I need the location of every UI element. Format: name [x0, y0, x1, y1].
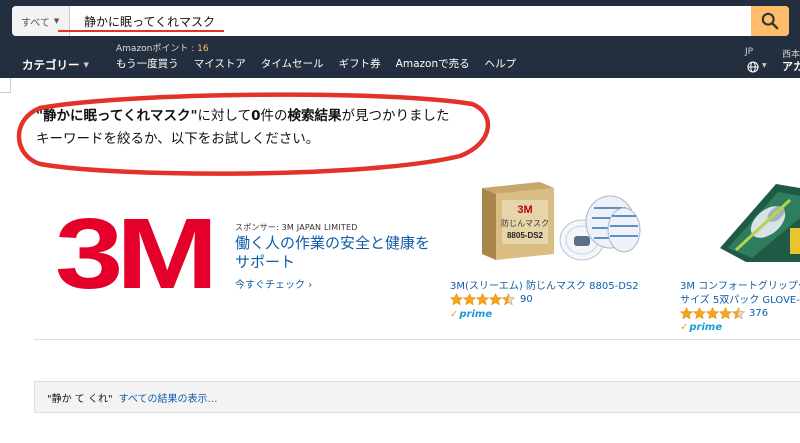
box-model-text: 8805-DS2 — [507, 231, 544, 240]
no-results-hint: キーワードを絞るか、以下をお試しください。 — [36, 131, 320, 147]
globe-icon[interactable] — [747, 61, 759, 73]
points-promo[interactable]: Amazonポイント : 16 — [116, 41, 209, 54]
msg-part-taishite: に対して — [197, 108, 252, 124]
caret-down-icon: ▼ — [53, 17, 60, 25]
account-menu[interactable]: アカ — [782, 58, 800, 74]
section-divider — [34, 339, 800, 340]
nav-link-my-store[interactable]: マイストア — [194, 56, 246, 71]
nav-link-time-sale[interactable]: タイムセール — [261, 56, 324, 71]
prime-check-icon: ✓ — [680, 322, 689, 333]
sponsor-headline[interactable]: 働く人の作業の安全と健康をサポート — [235, 234, 435, 272]
category-label: カテゴリー — [22, 58, 80, 72]
review-count[interactable]: 376 — [749, 308, 768, 319]
query-quoted: "静かに眠ってくれマスク" — [36, 108, 198, 124]
box-brand-text: 3M — [517, 204, 532, 216]
star-icon — [450, 293, 516, 306]
nav-link-sell[interactable]: Amazonで売る — [396, 56, 470, 71]
prime-badge: ✓prime — [680, 322, 722, 333]
points-label: Amazonポイント — [116, 44, 189, 54]
prime-badge: ✓prime — [450, 309, 492, 320]
shop-now-link[interactable]: 今すぐチェック › — [235, 276, 312, 291]
brand-logo-3m[interactable]: 3M — [54, 210, 212, 294]
prime-label: prime — [459, 309, 493, 320]
product-title[interactable]: 3M(スリーエム) 防じんマスク 8805-DS2 — [450, 277, 639, 292]
prime-label: prime — [689, 322, 723, 333]
product-title[interactable]: 3M コンフォートグリップグ — [680, 277, 800, 292]
box-name-text: 防じんマスク — [501, 218, 549, 228]
star-rating[interactable] — [450, 293, 516, 306]
prime-check-icon: ✓ — [450, 309, 459, 320]
sponsor-label: スポンサー: 3M JAPAN LIMITED — [235, 223, 358, 232]
language-label[interactable]: JP — [745, 47, 753, 57]
product-title-line2[interactable]: サイズ 5双パック GLOVE-M — [680, 291, 800, 306]
search-icon — [761, 12, 779, 30]
star-icon — [680, 307, 746, 320]
msg-part-ken: 件の — [260, 108, 288, 124]
query-highlight-underline — [58, 30, 224, 32]
nav-links: もう一度買う マイストア タイムセール ギフト券 Amazonで売る ヘルプ — [116, 56, 516, 71]
no-results-message: "静かに眠ってくれマスク"に対して0件の検索結果が見つかりました — [36, 104, 450, 124]
nav-link-help[interactable]: ヘルプ — [485, 56, 517, 71]
related-query-text: "静か て くれ" — [47, 393, 113, 405]
nav-link-buy-again[interactable]: もう一度買う — [116, 56, 179, 71]
top-nav-bar: すべて ▼ Amazonポイント : 16 カテゴリー ▼ もう一度買う マイス… — [0, 0, 800, 78]
result-count: 0 — [251, 108, 261, 124]
product-image[interactable] — [706, 178, 800, 262]
category-menu-button[interactable]: カテゴリー ▼ — [22, 57, 89, 73]
side-panel-tab[interactable] — [0, 78, 11, 93]
department-label: すべて — [21, 17, 50, 29]
show-all-results-link[interactable]: すべての結果の表示… — [119, 390, 218, 405]
product-image[interactable]: 3M 防じんマスク 8805-DS2 — [470, 178, 642, 268]
search-button[interactable] — [751, 6, 789, 36]
points-value: : 16 — [191, 44, 209, 54]
review-count[interactable]: 90 — [520, 294, 533, 305]
related-search-bar: "静か て くれ" すべての結果の表示… — [34, 381, 800, 413]
caret-down-icon: ▼ — [83, 61, 89, 69]
results-label: 検索結果 — [287, 108, 342, 124]
msg-part-found: が見つかりました — [341, 108, 450, 124]
caret-down-icon: ▼ — [762, 62, 767, 69]
brand-logo-text: 3M — [55, 210, 211, 294]
nav-link-gift-card[interactable]: ギフト券 — [339, 56, 381, 71]
star-rating[interactable] — [680, 307, 746, 320]
